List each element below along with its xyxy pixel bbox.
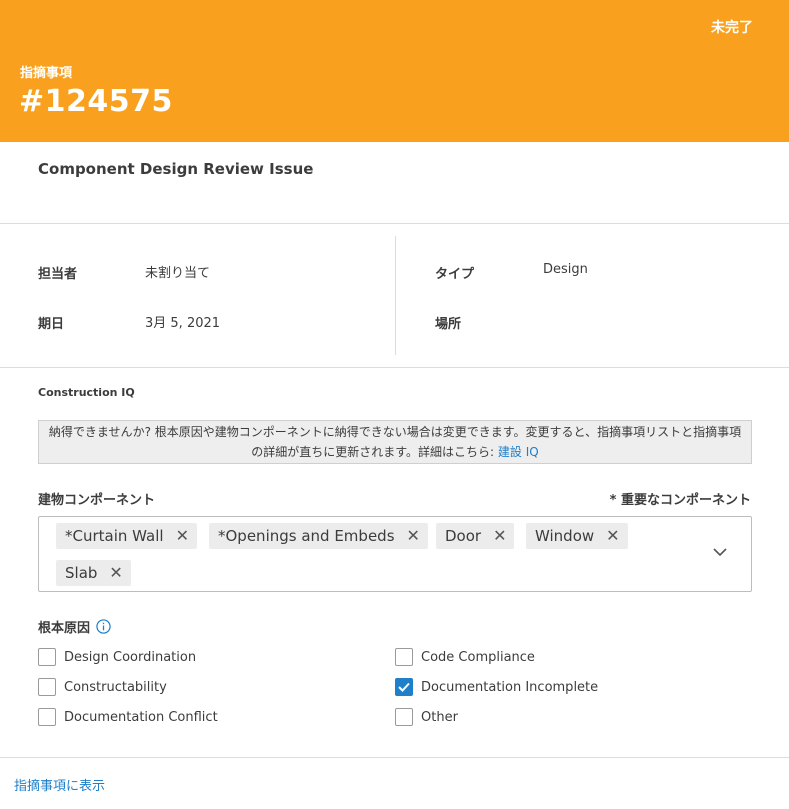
issue-number: #124575 xyxy=(19,84,173,119)
components-multiselect[interactable]: *Curtain Wall ✕ *Openings and Embeds ✕ Doo… xyxy=(38,516,752,592)
close-icon[interactable]: ✕ xyxy=(407,528,420,544)
location-label: 場所 xyxy=(435,317,462,332)
checkbox[interactable] xyxy=(395,648,413,666)
checkbox-other[interactable]: Other xyxy=(395,708,458,726)
checkbox-design-coordination[interactable]: Design Coordination xyxy=(38,648,196,666)
root-cause-label: 根本原因 xyxy=(38,617,111,636)
checkmark-icon xyxy=(398,682,410,692)
construction-iq-notice: 納得できませんか? 根本原因や建物コンポーネントに納得できない場合は変更できます… xyxy=(38,420,752,464)
component-chip: Window ✕ xyxy=(526,523,628,549)
info-icon[interactable] xyxy=(96,619,111,634)
date-label: 期日 xyxy=(38,317,65,332)
date-value[interactable]: 3月 5, 2021 xyxy=(145,312,220,331)
checkbox-code-compliance[interactable]: Code Compliance xyxy=(395,648,535,666)
components-note: * 重要なコンポーネント xyxy=(609,493,751,508)
construction-iq-link[interactable]: 建設 IQ xyxy=(498,445,539,459)
close-icon[interactable]: ✕ xyxy=(606,528,619,544)
divider xyxy=(0,757,789,758)
notice-text: 納得できませんか? 根本原因や建物コンポーネントに納得できない場合は変更できます… xyxy=(48,425,742,459)
component-chip: Door ✕ xyxy=(436,523,515,549)
checkbox-label: Code Compliance xyxy=(421,649,535,665)
checkbox-label: Constructability xyxy=(64,679,167,695)
checkbox[interactable] xyxy=(38,648,56,666)
chip-label: *Openings and Embeds xyxy=(218,527,395,545)
type-label: タイプ xyxy=(435,267,475,282)
components-label: 建物コンポーネント xyxy=(38,493,156,508)
status-badge: 未完了 xyxy=(711,20,753,36)
show-in-issues-link[interactable]: 指摘事項に表示 xyxy=(14,775,105,794)
component-chip: *Openings and Embeds ✕ xyxy=(209,523,428,549)
assignee-label: 担当者 xyxy=(38,267,78,282)
component-chip: *Curtain Wall ✕ xyxy=(56,523,197,549)
checkbox-checked[interactable] xyxy=(395,678,413,696)
root-cause-label-text: 根本原因 xyxy=(38,621,91,636)
checkbox[interactable] xyxy=(38,678,56,696)
divider xyxy=(0,367,789,368)
type-value[interactable]: Design xyxy=(543,262,588,277)
chip-label: Door xyxy=(445,527,482,545)
checkbox-label: Design Coordination xyxy=(64,649,197,665)
construction-iq-title: Construction IQ xyxy=(38,386,135,399)
assignee-value[interactable]: 未割り当て xyxy=(145,262,210,281)
close-icon[interactable]: ✕ xyxy=(109,565,122,581)
component-chip: Slab ✕ xyxy=(56,560,131,586)
chip-label: *Curtain Wall xyxy=(65,527,164,545)
close-icon[interactable]: ✕ xyxy=(176,528,189,544)
issue-header: 未完了 指摘事項 #124575 xyxy=(0,0,789,142)
field-column-divider xyxy=(395,236,396,355)
checkbox[interactable] xyxy=(38,708,56,726)
checkbox-label: Other xyxy=(421,709,458,725)
chevron-down-icon[interactable] xyxy=(713,545,727,559)
chip-label: Slab xyxy=(65,564,98,582)
checkbox[interactable] xyxy=(395,708,413,726)
checkbox-label: Documentation Conflict xyxy=(64,709,218,725)
divider xyxy=(0,223,789,224)
issue-title: Component Design Review Issue xyxy=(38,160,314,178)
checkbox-documentation-conflict[interactable]: Documentation Conflict xyxy=(38,708,218,726)
chip-label: Window xyxy=(535,527,595,545)
issue-kind-label: 指摘事項 xyxy=(20,66,73,81)
checkbox-documentation-incomplete[interactable]: Documentation Incomplete xyxy=(395,678,598,696)
checkbox-constructability[interactable]: Constructability xyxy=(38,678,167,696)
close-icon[interactable]: ✕ xyxy=(493,528,506,544)
checkbox-label: Documentation Incomplete xyxy=(421,679,599,695)
